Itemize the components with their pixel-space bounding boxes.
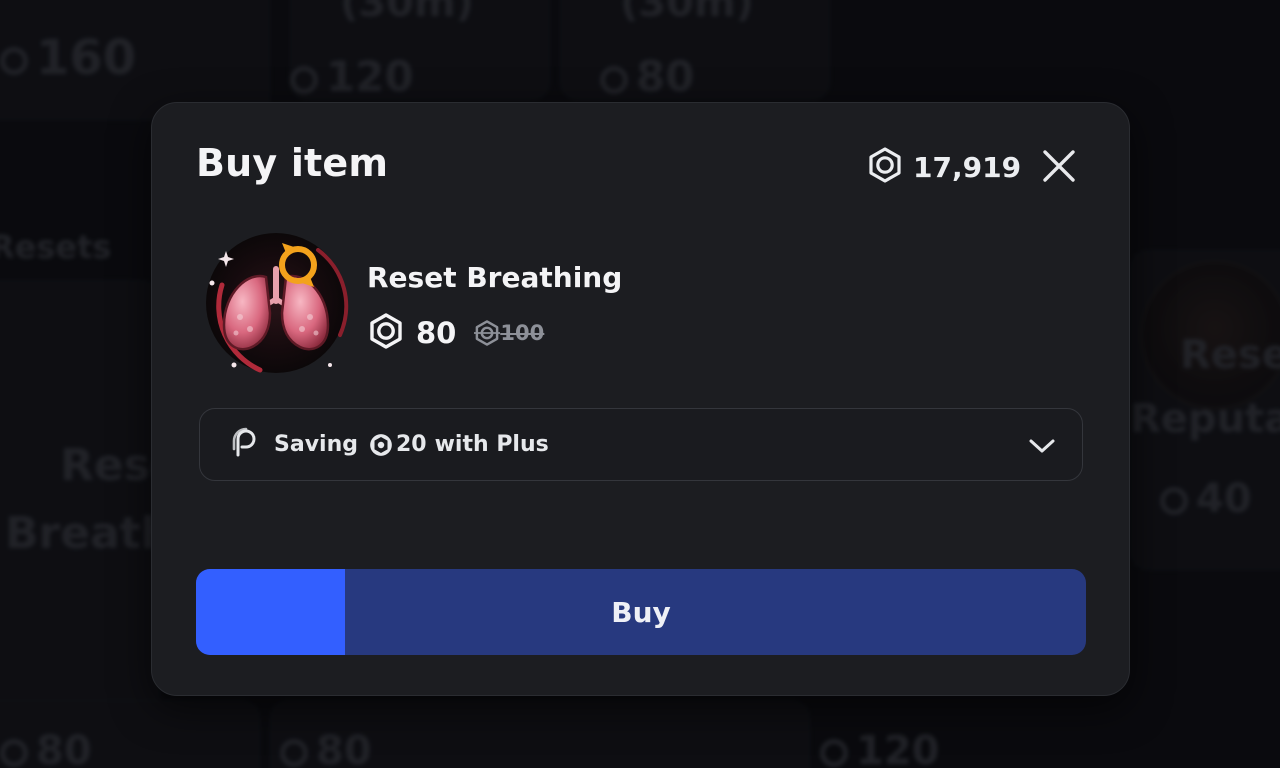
item-name: Reset Breathing bbox=[367, 261, 623, 294]
buy-button[interactable]: Buy bbox=[196, 569, 1086, 655]
robux-balance: 17,919 bbox=[867, 147, 1021, 187]
robux-icon bbox=[474, 320, 501, 346]
plus-savings-suffix: with Plus bbox=[434, 432, 549, 457]
plus-savings-dropdown[interactable]: Saving 20 with Plus bbox=[199, 408, 1083, 481]
plus-savings-amount: 20 bbox=[395, 432, 427, 457]
close-button[interactable] bbox=[1036, 143, 1082, 189]
buy-item-modal: Buy item 17,919 Reset Breathing 80 100 S… bbox=[151, 102, 1130, 696]
item-price: 80 100 bbox=[368, 313, 544, 353]
buy-label: Buy bbox=[611, 595, 671, 629]
robux-icon bbox=[370, 433, 392, 456]
robux-icon bbox=[368, 313, 404, 353]
plus-logo-icon bbox=[228, 427, 260, 463]
plus-savings-text: Saving 20 with Plus bbox=[274, 432, 549, 458]
plus-savings-prefix: Saving bbox=[274, 432, 358, 457]
item-thumbnail bbox=[200, 225, 350, 380]
close-icon bbox=[1043, 150, 1075, 182]
lungs-reset-icon bbox=[206, 233, 349, 373]
balance-amount: 17,919 bbox=[913, 150, 1022, 184]
robux-icon bbox=[867, 147, 903, 187]
original-price: 100 bbox=[474, 320, 544, 346]
current-price: 80 bbox=[416, 316, 457, 350]
modal-title: Buy item bbox=[196, 141, 389, 185]
original-price-value: 100 bbox=[500, 321, 545, 345]
chevron-down-icon bbox=[1028, 433, 1056, 461]
